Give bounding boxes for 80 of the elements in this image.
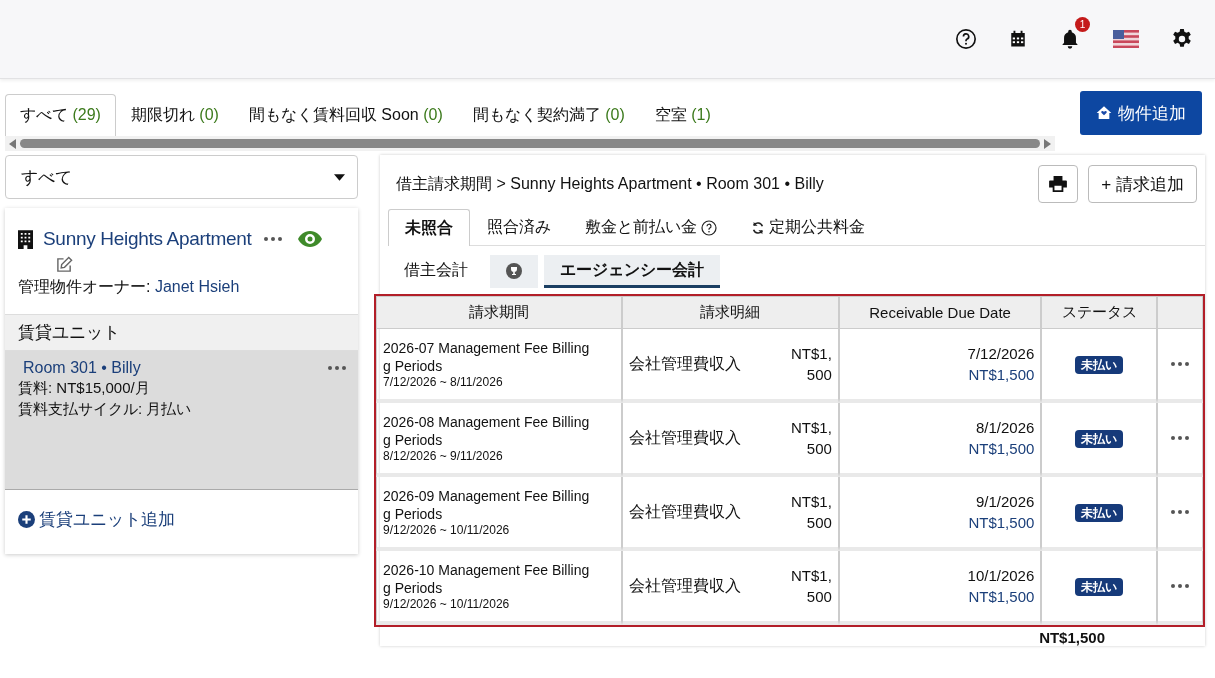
print-button[interactable] bbox=[1038, 165, 1079, 203]
billing-period-dates: 9/12/2026 ~ 10/11/2026 bbox=[383, 597, 511, 612]
help-icon[interactable] bbox=[955, 28, 977, 50]
icon-tab[interactable] bbox=[490, 255, 538, 288]
billing-period-title: 2026-09 Management Fee Billing g Periods bbox=[383, 486, 591, 524]
unit-item[interactable]: Room 301 • Billy 賃料: NT$15,000/月 賃料支払サイクル: 月払い bbox=[5, 351, 358, 490]
status-badge: 未払い bbox=[1075, 429, 1124, 448]
status-tab[interactable]: 敷金と前払い金 bbox=[568, 209, 734, 245]
home-icon bbox=[1096, 105, 1112, 121]
caret-icon bbox=[334, 173, 345, 181]
status-tab[interactable]: 定期公共料金 bbox=[734, 209, 882, 245]
building-icon bbox=[18, 229, 33, 249]
column-header: ステータス bbox=[1041, 296, 1157, 329]
property-name[interactable]: Sunny Heights Apartment bbox=[43, 228, 252, 250]
calendar-icon[interactable] bbox=[1009, 30, 1027, 48]
billing-item: 会社管理費収入 bbox=[629, 353, 741, 374]
filter-tab[interactable]: 期限切れ (0) bbox=[115, 94, 234, 136]
billing-item: 会社管理費収入 bbox=[629, 575, 741, 596]
flag-icon[interactable] bbox=[1113, 30, 1139, 48]
plus-circle-icon bbox=[18, 511, 35, 528]
due-amount: NT$1,500 bbox=[967, 587, 1035, 607]
breadcrumb: 借主請求期間 > Sunny Heights Apartment • Room 301 • Billy bbox=[396, 173, 825, 194]
account-tab[interactable]: エージェンシー会計 bbox=[544, 255, 720, 288]
billing-amount: NT$1, 500 bbox=[791, 566, 832, 607]
printer-icon bbox=[1049, 176, 1068, 192]
billing-amount: NT$1, 500 bbox=[791, 418, 832, 459]
column-header: 請求期間 bbox=[376, 296, 622, 329]
unit-cycle: 賃料支払サイクル: 月払い bbox=[18, 399, 193, 419]
add-bill-button[interactable]: + 請求追加 bbox=[1088, 165, 1197, 203]
unit-rent: 賃料: NT$15,000/月 bbox=[18, 378, 151, 398]
status-tab[interactable]: 照合済み bbox=[470, 209, 568, 245]
more-icon[interactable] bbox=[263, 237, 282, 241]
billing-amount: NT$1, 500 bbox=[791, 492, 832, 533]
section-heading: 賃貸ユニット bbox=[5, 314, 358, 351]
more-icon[interactable] bbox=[1171, 362, 1189, 366]
billing-period-dates: 9/12/2026 ~ 10/11/2026 bbox=[383, 523, 511, 538]
trophy-icon bbox=[506, 262, 522, 279]
account-tab[interactable]: 借主会計 bbox=[388, 255, 484, 288]
billing-item: 会社管理費収入 bbox=[629, 427, 741, 448]
status-badge: 未払い bbox=[1075, 577, 1124, 596]
billing-period-dates: 8/12/2026 ~ 9/11/2026 bbox=[383, 449, 504, 464]
filter-tab[interactable]: 間もなく契約満了 (0) bbox=[457, 94, 640, 136]
unit-title[interactable]: Room 301 • Billy bbox=[23, 359, 141, 377]
due-date: 10/1/2026 bbox=[966, 566, 1035, 586]
filter-dropdown[interactable]: すべて bbox=[5, 155, 358, 199]
status-badge: 未払い bbox=[1075, 503, 1124, 522]
column-header: Receivable Due Date bbox=[838, 296, 1042, 329]
total-amount: NT$1,500 bbox=[1039, 629, 1105, 646]
due-date: 7/12/2026 bbox=[966, 344, 1035, 364]
more-icon[interactable] bbox=[1171, 510, 1189, 514]
filter-tab[interactable]: 間もなく賃料回収 Soon (0) bbox=[233, 94, 458, 136]
filter-tab[interactable]: すべて (29) bbox=[5, 94, 116, 136]
more-icon[interactable] bbox=[328, 366, 346, 370]
owner-line: 管理物件オーナー: Janet Hsieh bbox=[18, 277, 241, 297]
billing-period-title: 2026-10 Management Fee Billing g Periods bbox=[383, 560, 591, 598]
due-date: 8/1/2026 bbox=[974, 418, 1035, 438]
filter-tab[interactable]: 空室 (1) bbox=[639, 94, 726, 136]
eye-icon[interactable] bbox=[297, 231, 322, 247]
due-amount: NT$1,500 bbox=[967, 439, 1035, 459]
help-icon bbox=[701, 219, 717, 236]
due-date: 9/1/2026 bbox=[974, 492, 1035, 512]
billing-period-dates: 7/12/2026 ~ 8/11/2026 bbox=[383, 375, 504, 390]
more-icon[interactable] bbox=[1171, 436, 1189, 440]
add-unit-link[interactable]: 賃貸ユニット追加 bbox=[18, 508, 175, 531]
billing-item: 会社管理費収入 bbox=[629, 501, 741, 522]
column-header: 請求明細 bbox=[622, 296, 839, 329]
notification-badge: 1 bbox=[1075, 17, 1090, 32]
refresh-icon bbox=[751, 220, 765, 235]
more-icon[interactable] bbox=[1171, 584, 1189, 588]
settings-icon[interactable] bbox=[1171, 28, 1193, 50]
billing-period-title: 2026-07 Management Fee Billing g Periods bbox=[383, 338, 591, 376]
billing-period-title: 2026-08 Management Fee Billing g Periods bbox=[383, 412, 591, 450]
status-badge: 未払い bbox=[1075, 355, 1124, 374]
billing-amount: NT$1, 500 bbox=[791, 344, 832, 385]
edit-icon[interactable] bbox=[56, 256, 73, 273]
due-amount: NT$1,500 bbox=[967, 513, 1035, 533]
due-amount: NT$1,500 bbox=[967, 365, 1035, 385]
horizontal-scrollbar[interactable] bbox=[5, 136, 1055, 151]
add-property-button[interactable]: 物件追加 bbox=[1080, 91, 1202, 135]
status-tab[interactable]: 未照合 bbox=[388, 209, 470, 246]
